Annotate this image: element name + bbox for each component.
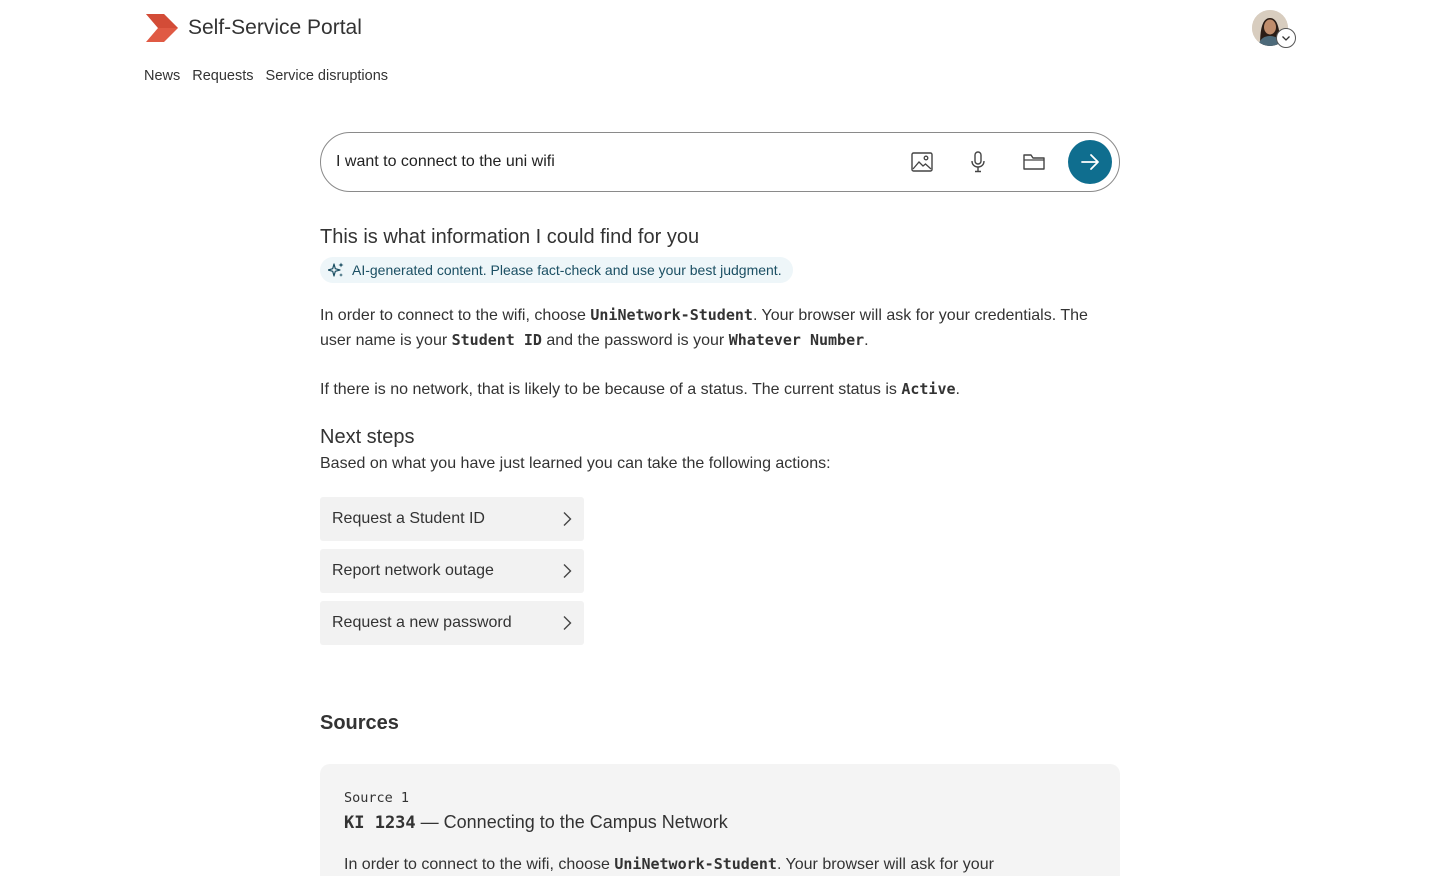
result-content: This is what information I could find fo… [320,226,1120,653]
source-label: Source 1 [344,790,410,806]
microphone-icon [971,151,985,173]
action-label: Report network outage [332,562,494,579]
arrow-right-icon [1081,154,1099,170]
folder-icon [1023,154,1045,170]
attach-image-button[interactable] [894,142,950,182]
attach-file-button[interactable] [1006,142,1062,182]
app-title: Self-Service Portal [188,16,362,39]
nav-item-news[interactable]: News [144,68,180,84]
action-request-student-id[interactable]: Request a Student ID [320,497,584,541]
action-report-network-outage[interactable]: Report network outage [320,549,584,593]
action-label: Request a new password [332,614,512,631]
source-id: KI 1234 [344,813,416,833]
source-card[interactable]: Source 1 KI 1234 — Connecting to the Cam… [320,764,1120,876]
search-input[interactable] [336,153,894,171]
chevron-right-icon [563,564,572,578]
chevron-right-icon [563,512,572,526]
action-label: Request a Student ID [332,510,485,527]
main-nav: News Requests Service disruptions [144,68,388,84]
sparkle-icon [328,262,344,277]
network-status: Active [901,380,956,398]
network-name: UniNetwork-Student [590,306,753,324]
result-title: This is what information I could find fo… [320,226,700,248]
username-hint: Student ID [451,331,542,349]
logo-icon[interactable] [144,12,180,44]
source-heading[interactable]: KI 1234 — Connecting to the Campus Netwo… [344,812,1096,833]
chevron-right-icon [563,616,572,630]
password-hint: Whatever Number [728,331,865,349]
chevron-down-icon[interactable] [1276,28,1296,48]
ai-notice-text: AI-generated content. Please fact-check … [352,262,782,278]
user-menu[interactable] [1252,10,1298,48]
next-steps-title: Next steps [320,426,415,448]
image-icon [911,152,933,172]
source-title: — Connecting to the Campus Network [415,812,728,832]
ai-notice-badge: AI-generated content. Please fact-check … [320,257,793,283]
voice-input-button[interactable] [950,142,1006,182]
nav-item-requests[interactable]: Requests [192,68,253,84]
answer-paragraph-2: If there is no network, that is likely t… [320,380,960,398]
header: Self-Service Portal [144,12,362,44]
nav-item-service-disruptions[interactable]: Service disruptions [266,68,389,84]
sources-title: Sources [320,712,399,734]
source-excerpt: In order to connect to the wifi, choose … [344,855,994,873]
next-steps-intro: Based on what you have just learned you … [320,455,831,472]
answer-paragraph-1: In order to connect to the wifi, choose … [320,306,1088,349]
search-bar [320,132,1120,192]
action-request-new-password[interactable]: Request a new password [320,601,584,645]
send-button[interactable] [1068,140,1112,184]
